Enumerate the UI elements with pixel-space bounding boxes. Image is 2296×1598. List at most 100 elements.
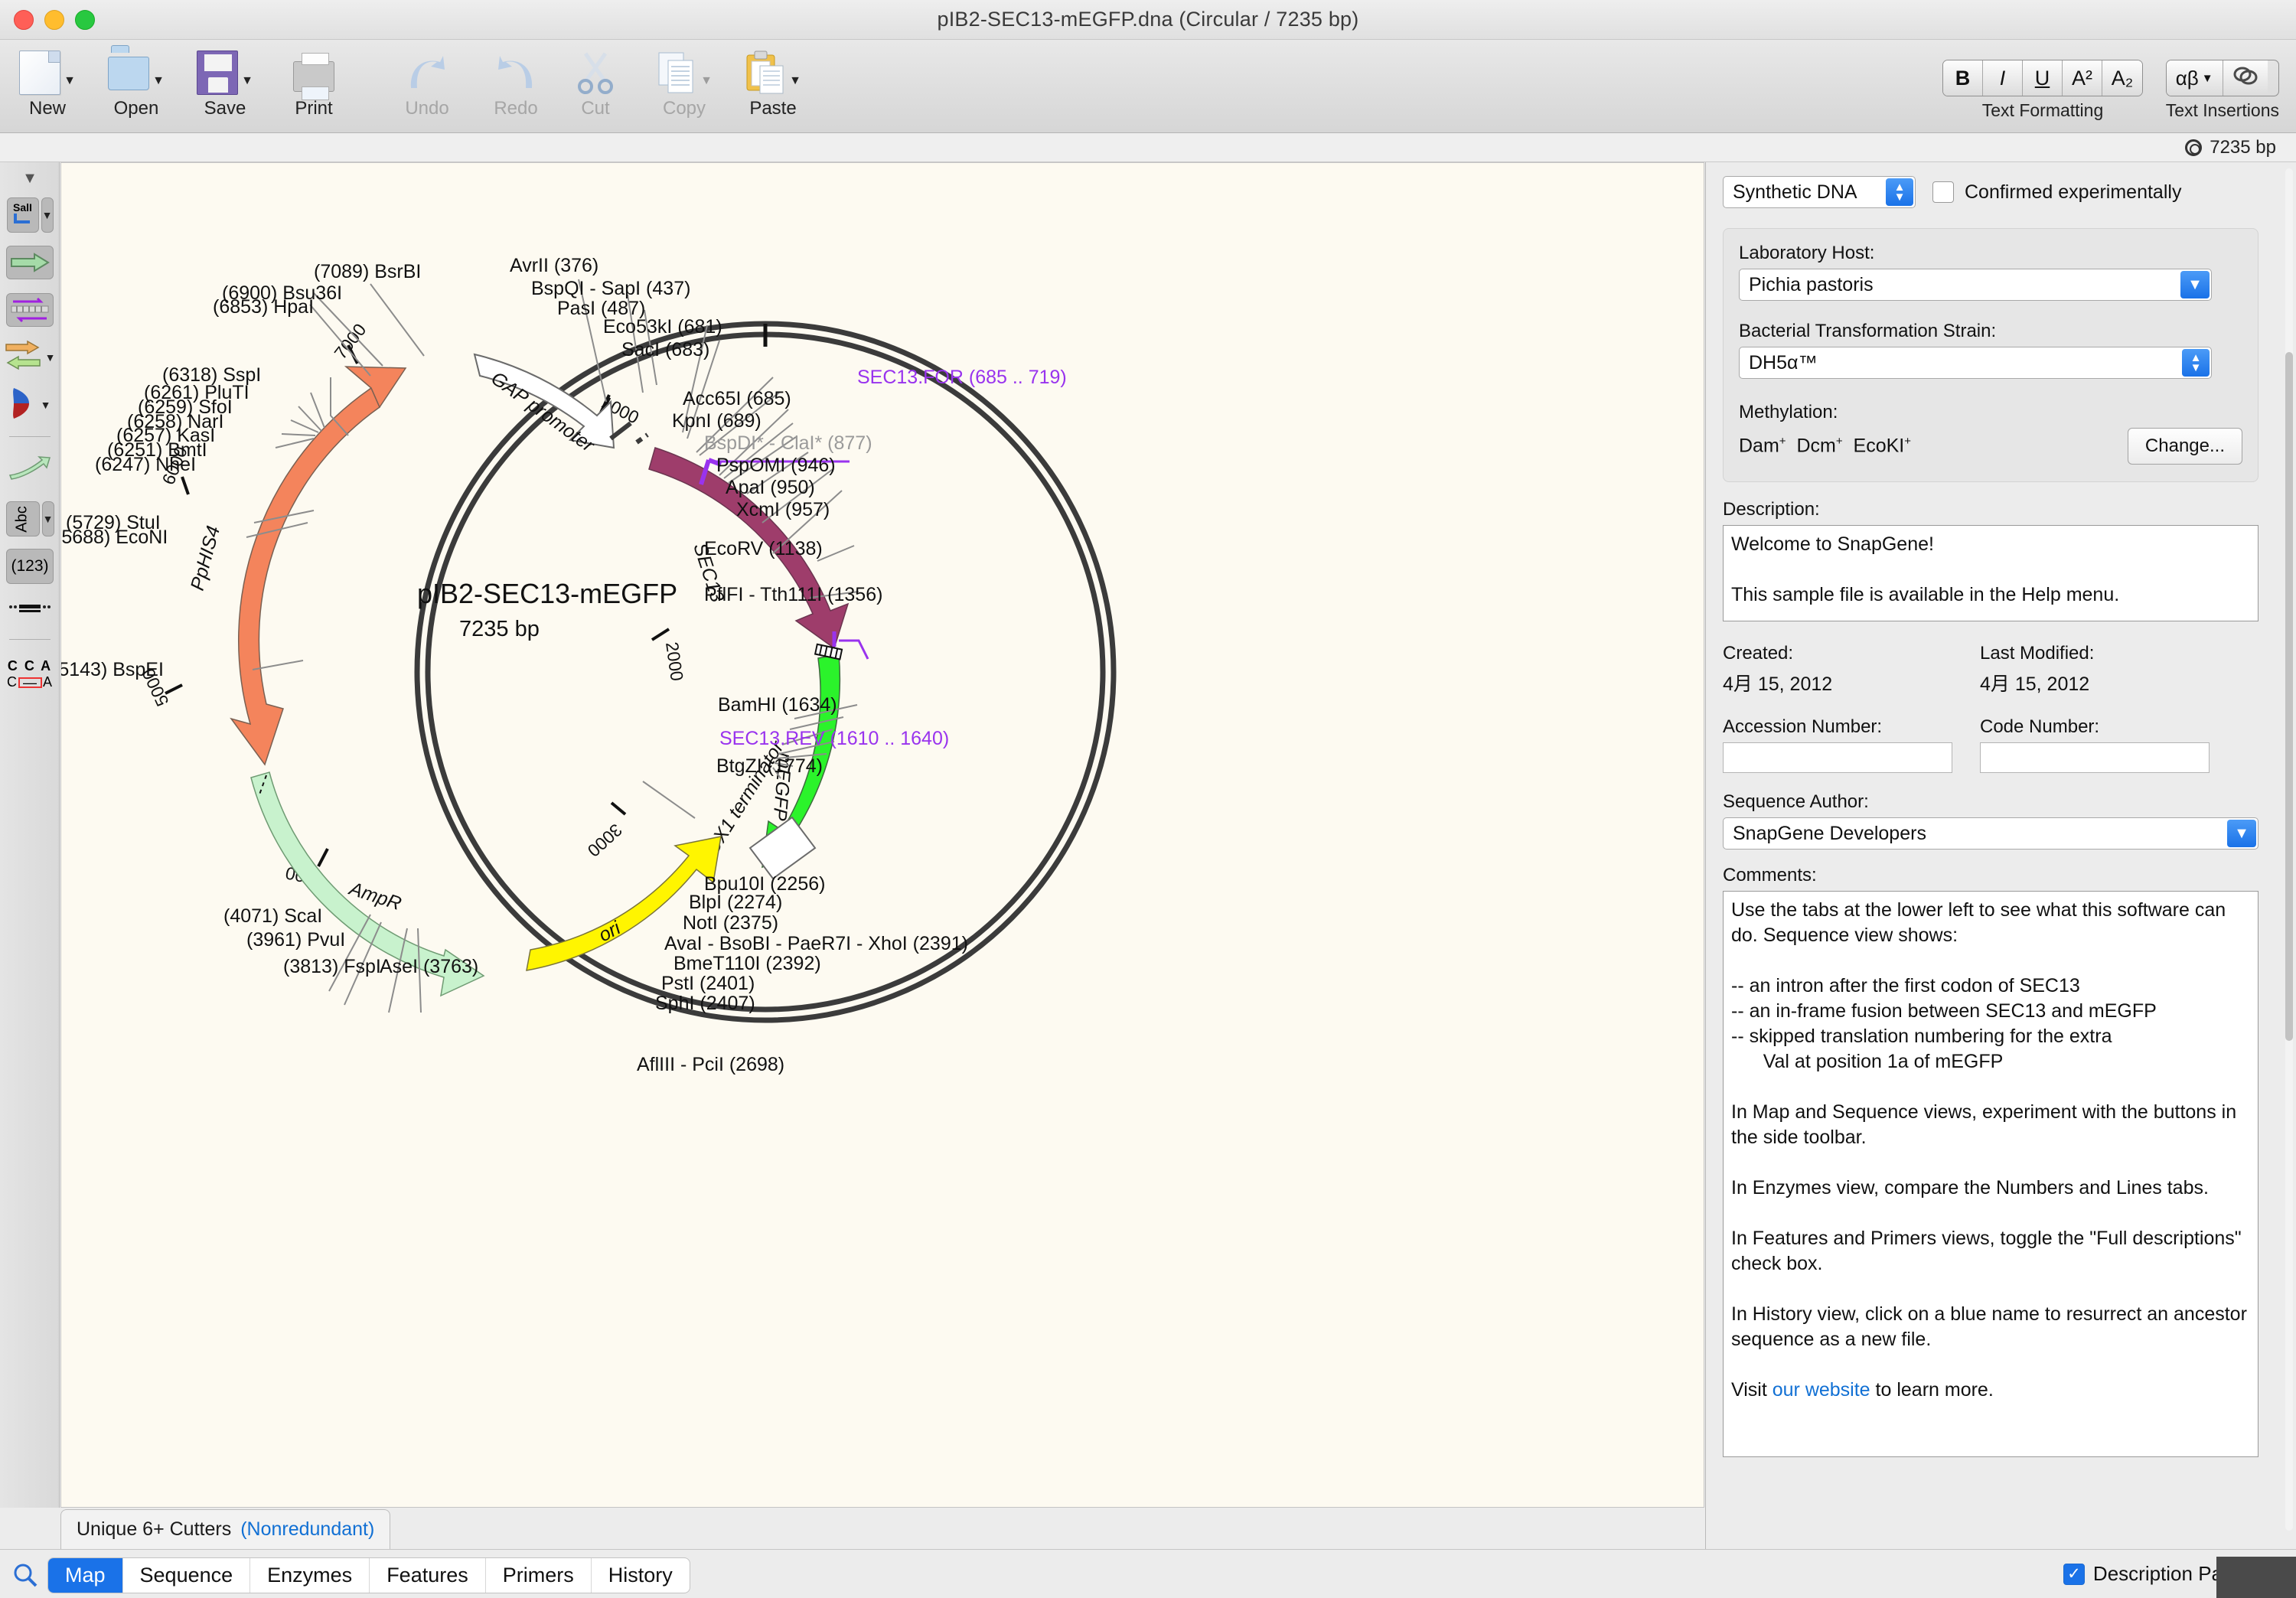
copy-pages-icon [656,51,697,95]
site-label-acc65i: Acc65I (685) [683,388,791,409]
tab-features[interactable]: Features [370,1558,486,1593]
description-textarea[interactable]: Welcome to SnapGene! This sample file is… [1723,525,2258,621]
tab-sequence[interactable]: Sequence [123,1558,251,1593]
paste-button[interactable]: ▼ Paste [729,46,817,119]
description-panel-toggle[interactable]: ✓ Description Pa [2063,1562,2223,1586]
enzyme-dropdown-caret[interactable]: ▼ [41,197,54,233]
panel-scrollbar[interactable] [2285,168,2293,1531]
chevron-down-icon: ▼ [42,513,54,525]
site-label-fspi: (3813) FspI [283,956,381,977]
sidebar-divider [8,436,51,437]
site-label-btgzi: BtgZI (1774) [716,755,823,777]
site-label-saci: SacI (683) [621,339,709,360]
accession-label: Accession Number: [1723,716,1883,737]
site-label-scai: (4071) ScaI [223,905,322,927]
copy-button[interactable]: ▼ Copy [640,46,729,119]
methylation-values: Dam+ Dcm+ EcoKI+ [1739,435,1911,457]
undo-arrow-icon [405,53,449,93]
tab-enzymes[interactable]: Enzymes [250,1558,370,1593]
sidebar-item-mismatch[interactable]: C C A C — A [0,647,60,701]
bold-button[interactable]: B [1943,60,1983,96]
molecule-type-select[interactable]: Synthetic DNA ▲ ▼ [1723,176,1916,208]
host-groupbox: Laboratory Host: Pichia pastoris ▼ Bacte… [1723,228,2258,482]
strain-select[interactable]: DH5α™ ▲ ▼ [1739,347,2212,379]
modified-value: 4月 15, 2012 [1980,673,2090,695]
lab-host-select[interactable]: Pichia pastoris ▼ [1739,269,2212,301]
methylation-dam: Dam [1739,435,1779,457]
panel-scrollbar-thumb[interactable] [2285,352,2293,1041]
text-insertions-group: αβ ▼ Text Insertions [2165,60,2279,121]
tab-history[interactable]: History [592,1558,690,1593]
description-panel-label: Description Pa [2092,1562,2223,1585]
site-label-ecorv: EcoRV (1138) [704,538,823,559]
translation-dropdown-caret[interactable]: ▼ [45,351,56,364]
enzyme-sites-icon: SalI [6,197,39,233]
accession-input[interactable] [1723,742,1952,773]
sidebar-item-numbers[interactable]: (123) [0,543,60,590]
molecule-type-value: Synthetic DNA [1733,181,1857,203]
site-label-avrii: AvrII (376) [510,255,598,276]
sidebar-item-highlight[interactable] [0,445,60,495]
comments-textarea[interactable]: Use the tabs at the lower left to see wh… [1723,891,2258,1457]
sidebar-item-dye[interactable]: ▼ [0,381,60,429]
greek-symbol-button[interactable]: αβ ▼ [2166,60,2223,96]
author-select[interactable]: SnapGene Developers ▼ [1723,817,2258,850]
magnifier-icon[interactable] [12,1562,38,1588]
print-button[interactable]: Print [269,46,358,119]
chevron-down-icon: ▼ [22,169,38,187]
change-methylation-button[interactable]: Change... [2127,428,2242,465]
sidebar-item-abc[interactable]: Abc ▼ [0,495,60,543]
cut-button[interactable]: Cut [551,46,640,119]
text-formatting-caption: Text Formatting [1981,100,2104,120]
abc-dropdown-caret[interactable]: ▼ [41,501,54,536]
tab-primers[interactable]: Primers [486,1558,592,1593]
sidebar-collapse-caret[interactable]: ▼ [0,165,60,191]
paste-dropdown-caret[interactable]: ▼ [789,74,801,88]
new-button[interactable]: ▼ New [3,46,92,119]
text-formatting-group: B I U A² A₂ Text Formatting [1942,60,2143,121]
italic-button[interactable]: I [1983,60,2023,96]
snapgene-window: pIB2-SEC13-mEGFP.dna (Circular / 7235 bp… [0,0,2296,1598]
code-input[interactable] [1980,742,2210,773]
mismatch-bottom-label: C — A [6,674,53,690]
sidebar-item-enzymes[interactable]: SalI ▼ [0,191,60,239]
undo-button[interactable]: Undo [383,46,471,119]
code-label: Code Number: [1980,716,2100,737]
sidebar-item-primers[interactable] [0,286,60,334]
site-label-afliii: AflIII - PciI (2698) [637,1054,784,1075]
greek-symbol-label: αβ [2175,66,2199,90]
underline-button[interactable]: U [2023,60,2063,96]
plasmid-map-canvas[interactable]: .lb { font-family:"Liberation Sans",sans… [60,162,1704,1508]
clipboard-tool-group: Cut ▼ Copy ▼ Paste [551,46,817,119]
subscript-button[interactable]: A₂ [2102,60,2142,96]
open-dropdown-caret[interactable]: ▼ [152,74,165,88]
methylation-row: Dam+ Dcm+ EcoKI+ Change... [1739,428,2242,465]
open-button[interactable]: ▼ Open [92,46,181,119]
confirmed-row[interactable]: Confirmed experimentally [1932,181,2181,204]
link-insert-button[interactable] [2223,60,2268,96]
superscript-button[interactable]: A² [2063,60,2102,96]
tab-map[interactable]: Map [48,1558,123,1593]
site-label-pflfi: PflFI - Tth111I (1356) [704,584,882,605]
comments-website-link[interactable]: our website [1773,1379,1870,1401]
site-label-noti: NotI (2375) [683,912,778,934]
save-button[interactable]: ▼ Save [181,46,269,119]
lab-host-label: Laboratory Host: [1739,243,1875,263]
dye-dropdown-caret[interactable]: ▼ [41,399,51,411]
confirmed-checkbox[interactable] [1932,181,1954,203]
length-text: 7235 bp [2210,137,2276,158]
created-value: 4月 15, 2012 [1723,673,1833,695]
new-dropdown-caret[interactable]: ▼ [64,74,76,88]
description-panel-checkbox[interactable]: ✓ [2063,1563,2085,1585]
window-resize-grip[interactable] [2216,1557,2296,1598]
view-tabs: Map Sequence Enzymes Features Primers Hi… [47,1557,690,1593]
sidebar-item-features[interactable] [0,239,60,286]
save-dropdown-caret[interactable]: ▼ [241,74,253,88]
enzyme-set-tab[interactable]: Unique 6+ Cutters (Nonredundant) [60,1509,391,1549]
copy-button-label: Copy [662,98,706,119]
redo-button[interactable]: Redo [471,46,560,119]
copy-dropdown-caret[interactable]: ▼ [700,74,713,88]
sidebar-item-ends[interactable] [0,590,60,631]
site-label-apai: ApaI (950) [726,477,815,498]
sidebar-item-translation[interactable]: ▼ [0,334,60,381]
